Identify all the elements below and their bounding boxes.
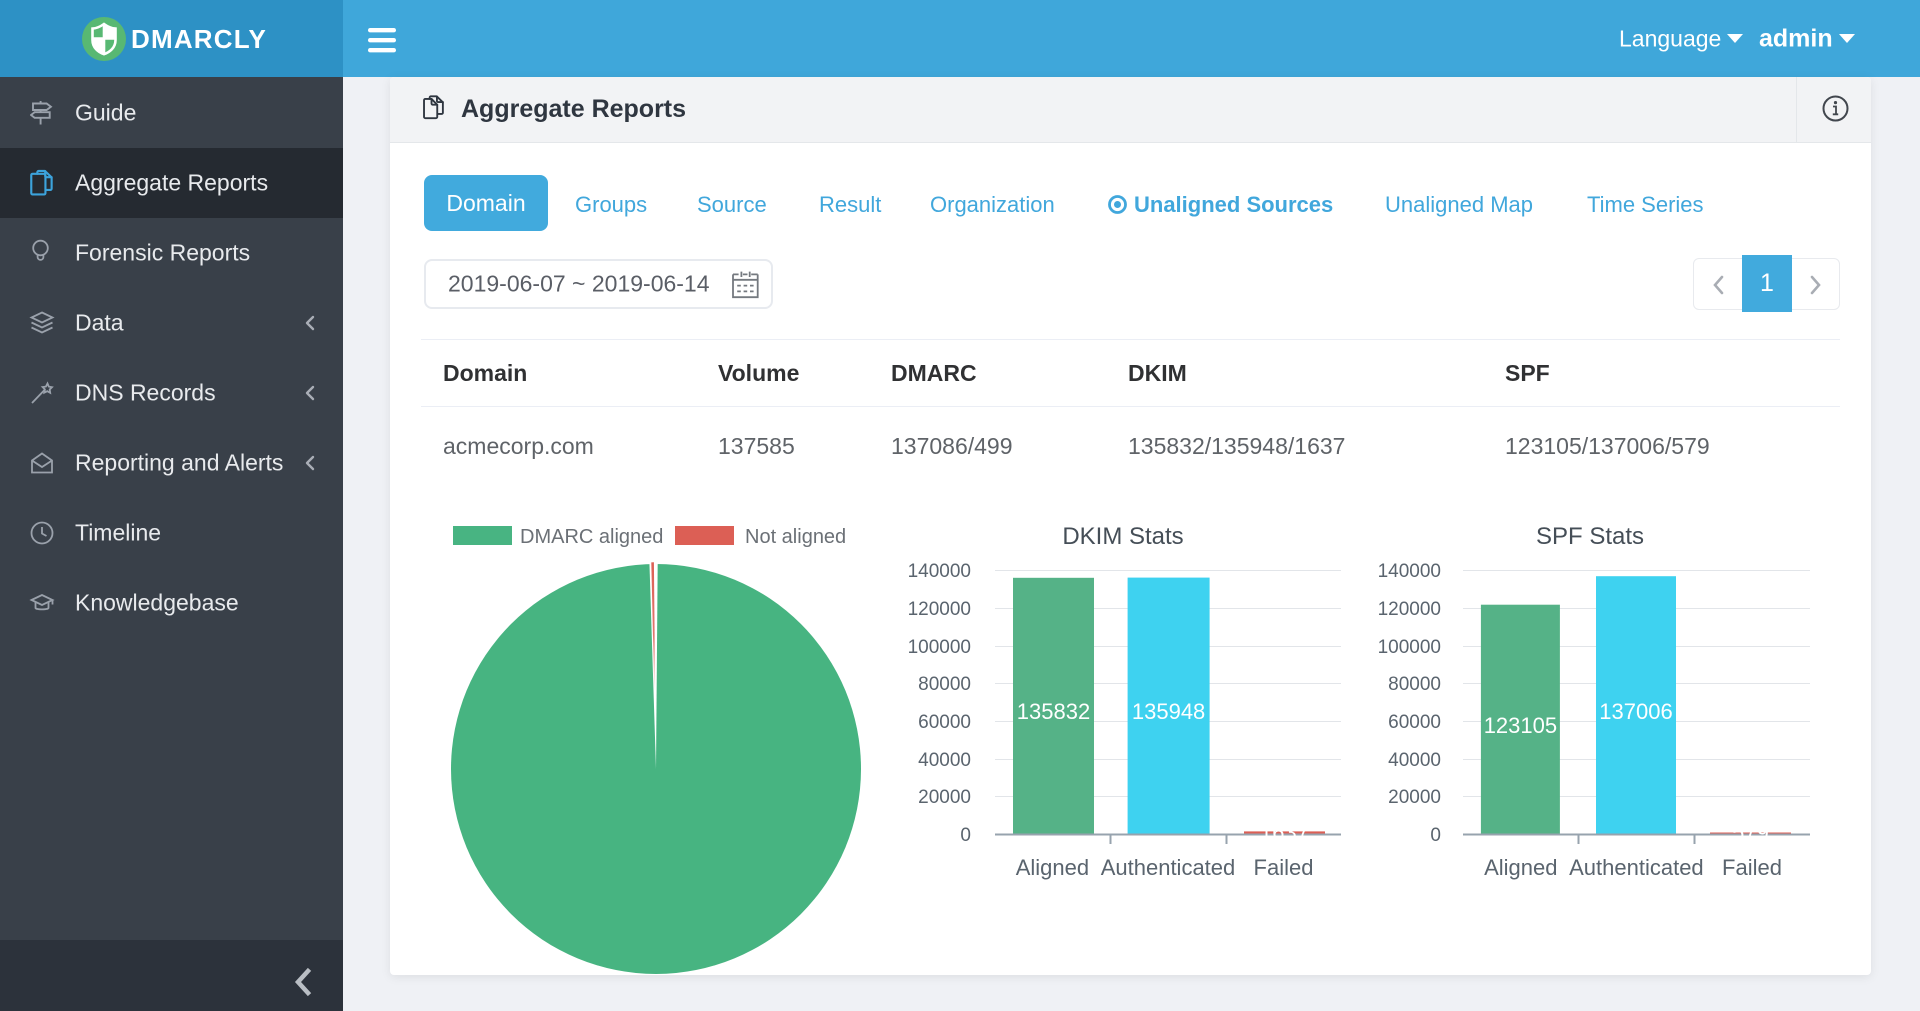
svg-text:Aligned: Aligned — [1484, 855, 1557, 880]
svg-text:Failed: Failed — [1254, 855, 1314, 880]
svg-text:1637: 1637 — [1260, 820, 1309, 845]
svg-text:Not aligned: Not aligned — [745, 526, 846, 548]
svg-text:Aligned: Aligned — [1016, 855, 1089, 880]
svg-text:40000: 40000 — [1388, 750, 1441, 771]
svg-text:140000: 140000 — [1378, 561, 1441, 582]
svg-text:20000: 20000 — [1388, 787, 1441, 808]
svg-text:135948: 135948 — [1132, 699, 1205, 724]
svg-text:60000: 60000 — [1388, 712, 1441, 733]
svg-text:Authenticated: Authenticated — [1569, 855, 1704, 880]
svg-text:123105: 123105 — [1484, 713, 1557, 738]
svg-text:80000: 80000 — [1388, 674, 1441, 695]
svg-text:120000: 120000 — [1378, 599, 1441, 620]
svg-text:137006: 137006 — [1599, 699, 1672, 724]
svg-text:20000: 20000 — [918, 787, 971, 808]
svg-text:140000: 140000 — [908, 561, 971, 582]
svg-text:120000: 120000 — [908, 599, 971, 620]
svg-text:DMARC aligned: DMARC aligned — [520, 526, 663, 548]
svg-text:Authenticated: Authenticated — [1101, 855, 1236, 880]
svg-text:Failed: Failed — [1722, 855, 1782, 880]
svg-text:SPF Stats: SPF Stats — [1536, 523, 1644, 550]
svg-text:0: 0 — [960, 825, 971, 846]
svg-text:135832: 135832 — [1017, 699, 1090, 724]
svg-text:100000: 100000 — [1378, 637, 1441, 658]
svg-text:579: 579 — [1732, 820, 1769, 845]
svg-text:60000: 60000 — [918, 712, 971, 733]
svg-text:DKIM Stats: DKIM Stats — [1062, 523, 1183, 550]
svg-text:40000: 40000 — [918, 750, 971, 771]
svg-text:0: 0 — [1430, 825, 1441, 846]
svg-text:80000: 80000 — [918, 674, 971, 695]
svg-text:100000: 100000 — [908, 637, 971, 658]
